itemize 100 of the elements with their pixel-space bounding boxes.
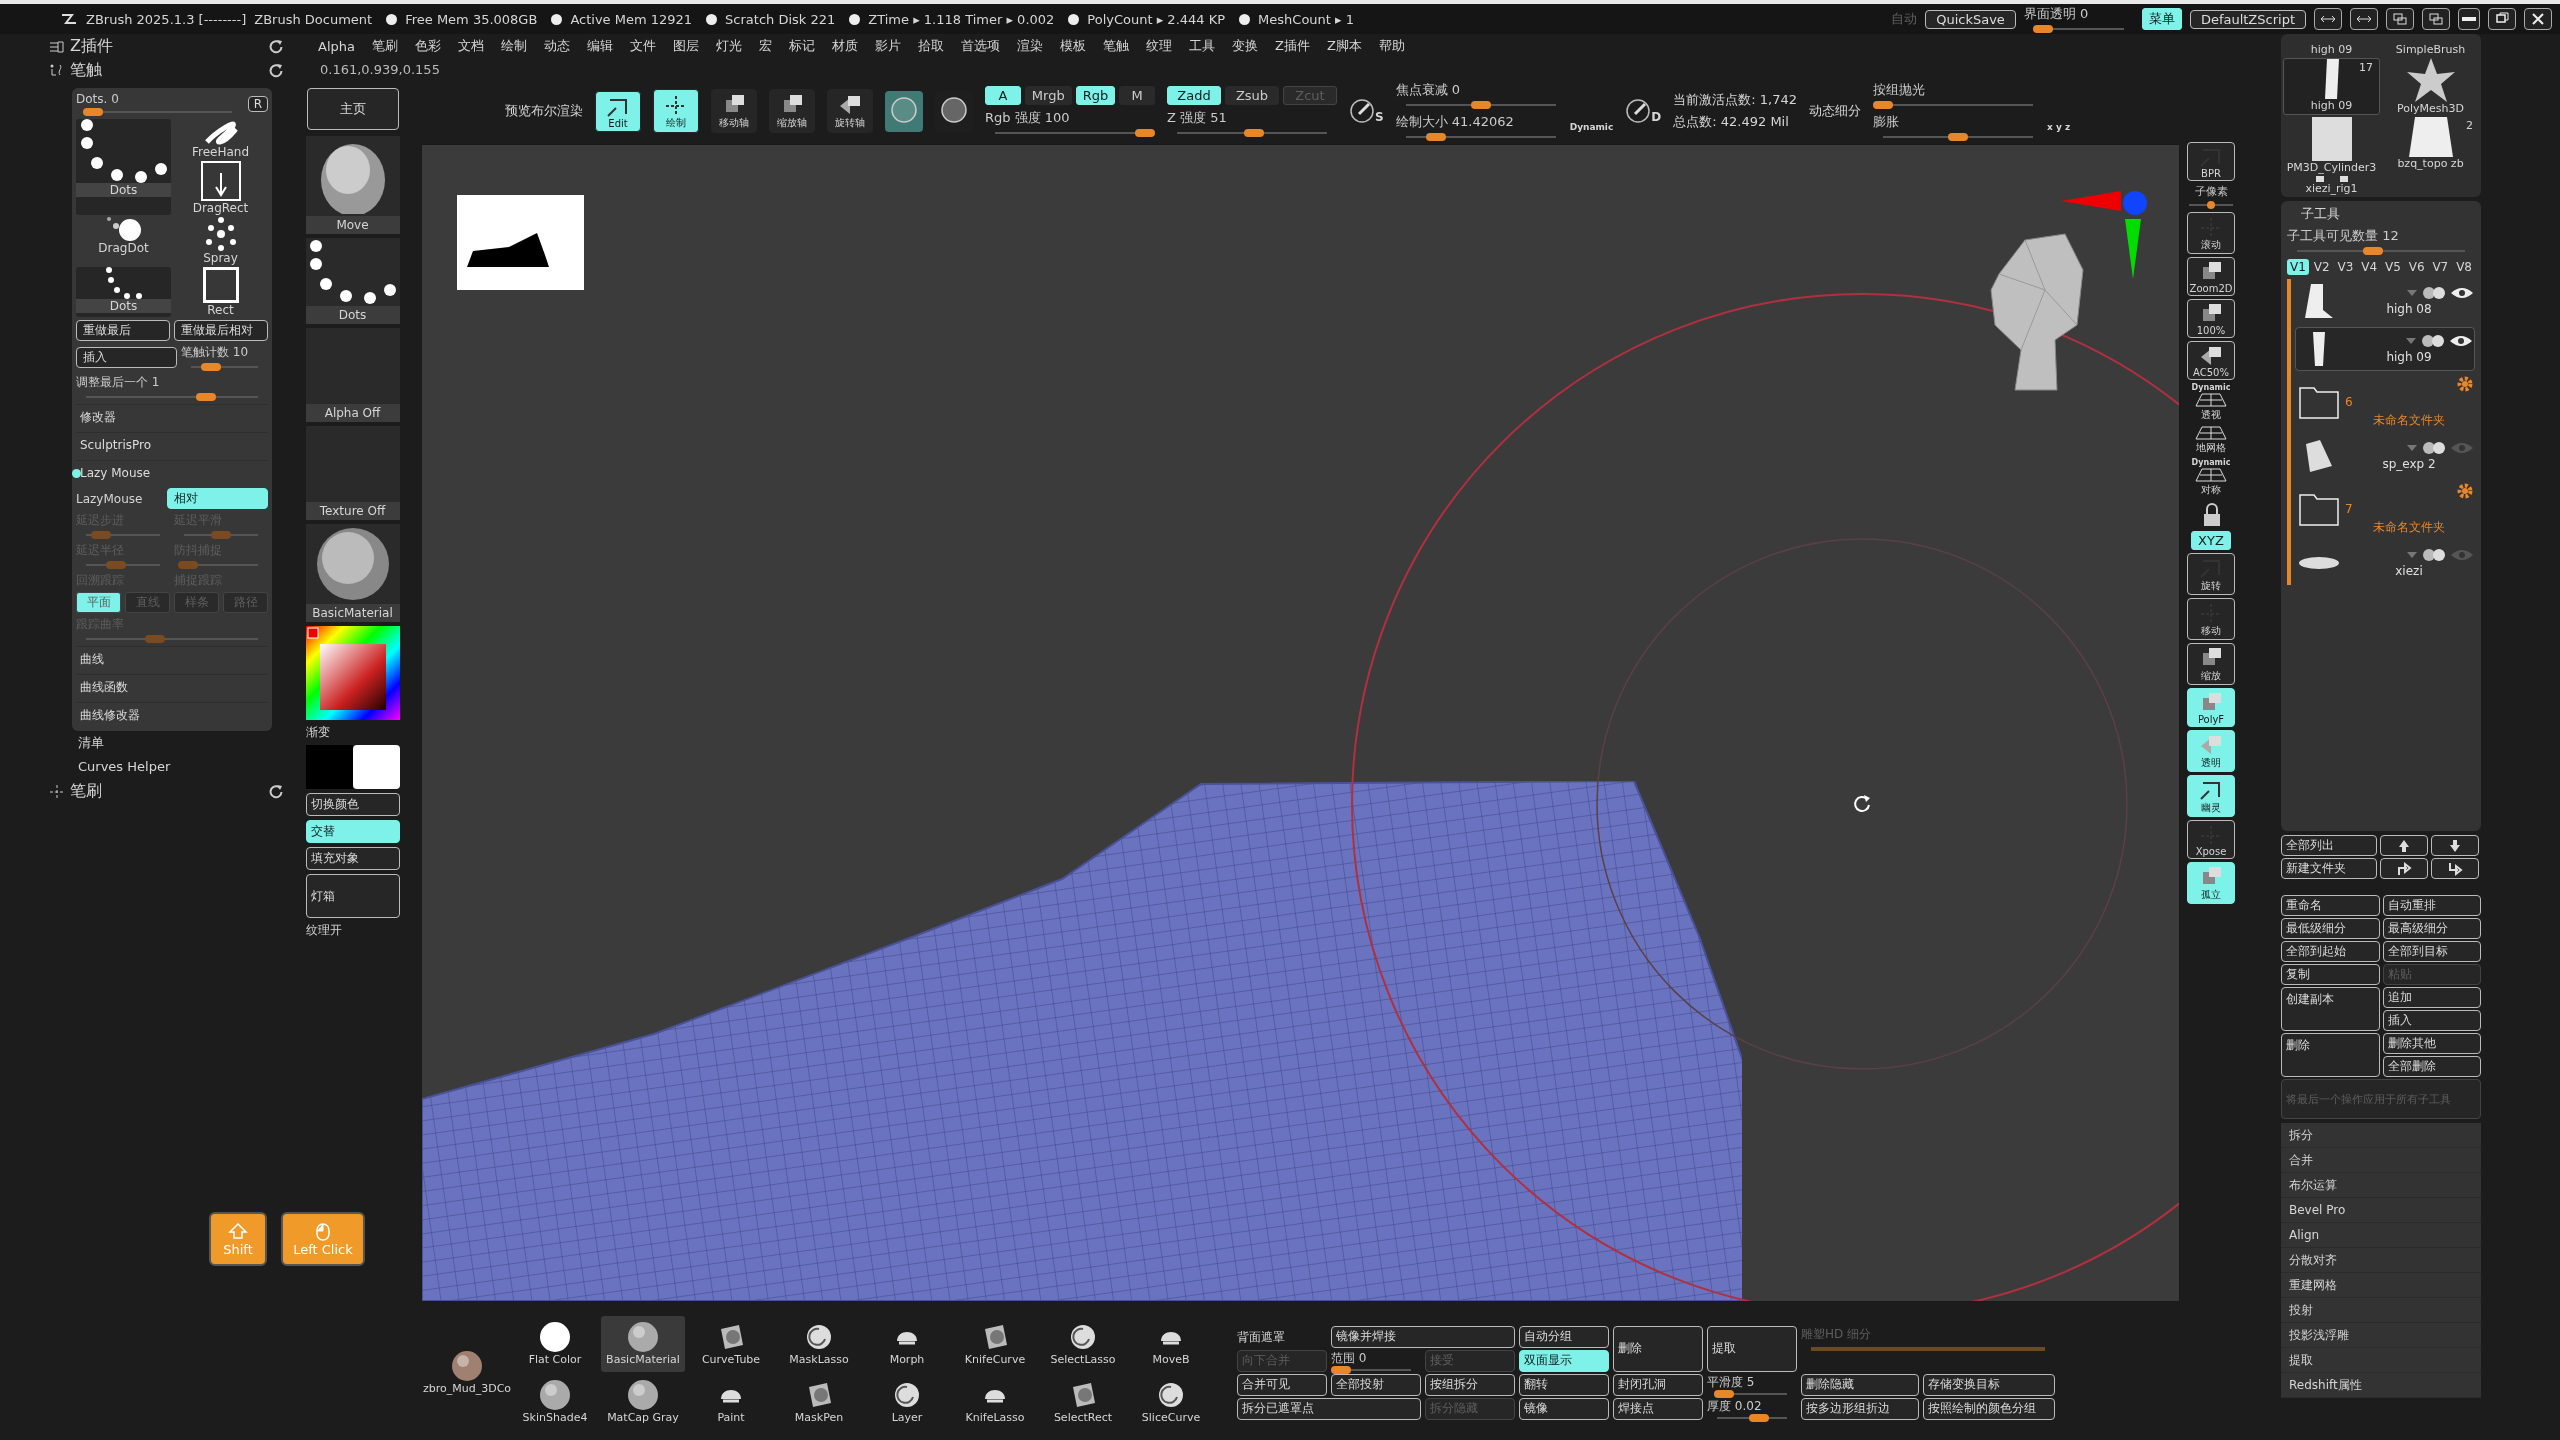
material-tile[interactable]: Morph [865,1315,949,1372]
menu-item[interactable]: 分散对齐 [2281,1248,2481,1273]
tool-button[interactable]: AC50% [2187,341,2235,380]
layout-button[interactable] [2386,8,2414,30]
button[interactable]: 封闭孔洞 [1613,1373,1703,1396]
menu-item[interactable]: 纹理 [1145,37,1172,55]
menu-item[interactable]: 文档 [457,37,484,55]
layout-button[interactable] [2350,8,2378,30]
menu-item[interactable]: 变换 [1231,37,1258,55]
button[interactable]: 按组拆分 [1425,1373,1515,1396]
menu-item[interactable]: 提取 [2281,1348,2481,1373]
button[interactable]: 重做最后 [76,320,170,341]
tab[interactable]: V8 [2453,259,2475,275]
material-tile[interactable]: SkinShade4 [513,1373,597,1430]
menu-item[interactable]: Bevel Pro [2281,1198,2481,1223]
slider-thumb[interactable] [2207,201,2215,209]
slider[interactable]: 焦点衰减 0 [1395,81,1566,109]
menu-item[interactable]: 图层 [672,37,699,55]
tool-button[interactable]: 透明 [2187,730,2235,772]
menu-item[interactable]: 重建网格 [2281,1273,2481,1298]
tab[interactable]: V6 [2405,259,2428,275]
material-tile[interactable]: CurveTube [689,1315,773,1372]
tool-button[interactable]: 缩放 [2187,643,2235,685]
button[interactable]: 镜像并焊接 [1331,1325,1515,1348]
move-down-button[interactable] [2431,858,2479,879]
menu-item[interactable]: Redshift属性 [2281,1373,2481,1398]
color-picker[interactable] [305,626,400,720]
slider[interactable]: 按组抛光 [1873,81,2043,109]
eye-icon[interactable] [2450,334,2472,347]
toggle-icon[interactable] [2423,548,2445,561]
tool-tile[interactable]: 17 high 09 [2283,58,2380,115]
button[interactable]: 存储变换目标 [1923,1373,2055,1396]
tool-button[interactable]: PolyF [2187,688,2235,727]
material-tile[interactable]: SelectRect [1041,1373,1125,1430]
refresh-icon[interactable] [268,38,284,54]
button[interactable]: 合并可见 [1237,1373,1327,1396]
thumbnail-tile[interactable]: Alpha Off [305,328,400,422]
material-tile[interactable]: MaskLasso [777,1315,861,1372]
move-down-button[interactable] [2431,835,2479,856]
button[interactable]: 翻转 [1519,1373,1609,1396]
button[interactable]: 删除隐藏 [1801,1373,1919,1396]
stroke-tile[interactable]: Dots [76,267,171,317]
home-button[interactable]: 主页 [306,88,399,130]
button[interactable]: 删除 [1613,1325,1703,1372]
panel-header[interactable]: Z插件 [70,35,113,57]
slider-thumb[interactable] [1873,101,1893,109]
toggle-button[interactable]: Zsub [1225,85,1279,105]
menu-item[interactable]: 拆分 [2281,1123,2481,1148]
layout-button[interactable] [2314,8,2342,30]
tool-button[interactable]: 地网格 [2194,425,2228,455]
slider[interactable]: 界面透明 0 [2023,5,2134,33]
menu-item[interactable]: 文件 [629,37,656,55]
subtool-row[interactable]: high 08 [2295,279,2475,323]
slider-thumb[interactable] [2362,247,2383,255]
button[interactable]: 重做最后相对 [174,320,268,341]
menu-item[interactable]: 标记 [788,37,815,55]
slider-thumb[interactable] [1470,101,1491,109]
material-tile[interactable]: MaskPen [777,1373,861,1430]
menu-button[interactable]: 菜单 [2141,8,2182,30]
thumbnail-tile[interactable]: Texture Off [305,426,400,520]
eye-icon[interactable] [2451,286,2473,299]
material-tile[interactable]: BasicMaterial [601,1315,685,1372]
thumbnail-tile[interactable]: Move [305,136,400,234]
button[interactable]: 最低级细分 [2281,918,2380,939]
stroke-tile[interactable]: DragRect [173,161,268,215]
slider-thumb[interactable] [196,393,217,401]
tool-button[interactable]: 100% [2187,299,2235,338]
subtool-row[interactable]: xiezi [2295,541,2475,585]
button[interactable]: 相对 [167,488,268,509]
quicksave-button[interactable]: QuickSave [1925,9,2016,29]
tool-button[interactable]: 旋转轴 [827,89,873,133]
section-header[interactable]: SculptrisPro [76,432,268,457]
menu-item[interactable]: 模板 [1059,37,1086,55]
brush-mode-button[interactable]: S [1349,98,1384,124]
slider[interactable]: 调整最后一个 1 [76,374,268,401]
menu-item[interactable]: 灯光 [715,37,742,55]
tab[interactable]: V3 [2334,259,2357,275]
slider-thumb[interactable] [201,363,222,371]
tab[interactable]: V2 [2310,259,2333,275]
button[interactable]: 全部到目标 [2382,941,2481,962]
tool-tile[interactable]: SimpleBrush [2382,36,2479,56]
tool-button[interactable]: Xpose [2187,820,2235,859]
tool-tile[interactable]: PM3D_Cylinder3 [2283,117,2380,174]
button[interactable]: 复制 [2281,964,2380,985]
button[interactable]: 切换颜色 [305,793,400,816]
tool-tile[interactable]: 2 bzq_topo zb [2382,117,2479,174]
subtool-row[interactable]: high 09 [2295,327,2475,371]
tool-button[interactable]: Zoom2D [2187,257,2235,296]
menu-item[interactable]: 笔刷 [371,37,398,55]
tool-tile[interactable]: PolyMesh3D [2382,58,2479,115]
thumbnail-tile[interactable]: Dots [305,238,400,324]
toggle-button[interactable]: Rgb [1075,85,1116,105]
section-header[interactable]: 修改器 [76,404,268,429]
script-button[interactable]: DefaultZScript [2189,9,2306,29]
refresh-icon[interactable] [268,783,284,799]
material-tile[interactable]: SliceCurve [1129,1373,1213,1430]
slider[interactable]: Z 强度 51 [1167,108,1337,137]
button[interactable]: 灯箱 [305,874,400,918]
material-tile[interactable]: Paint [689,1373,773,1430]
menu-item[interactable]: 拾取 [917,37,944,55]
